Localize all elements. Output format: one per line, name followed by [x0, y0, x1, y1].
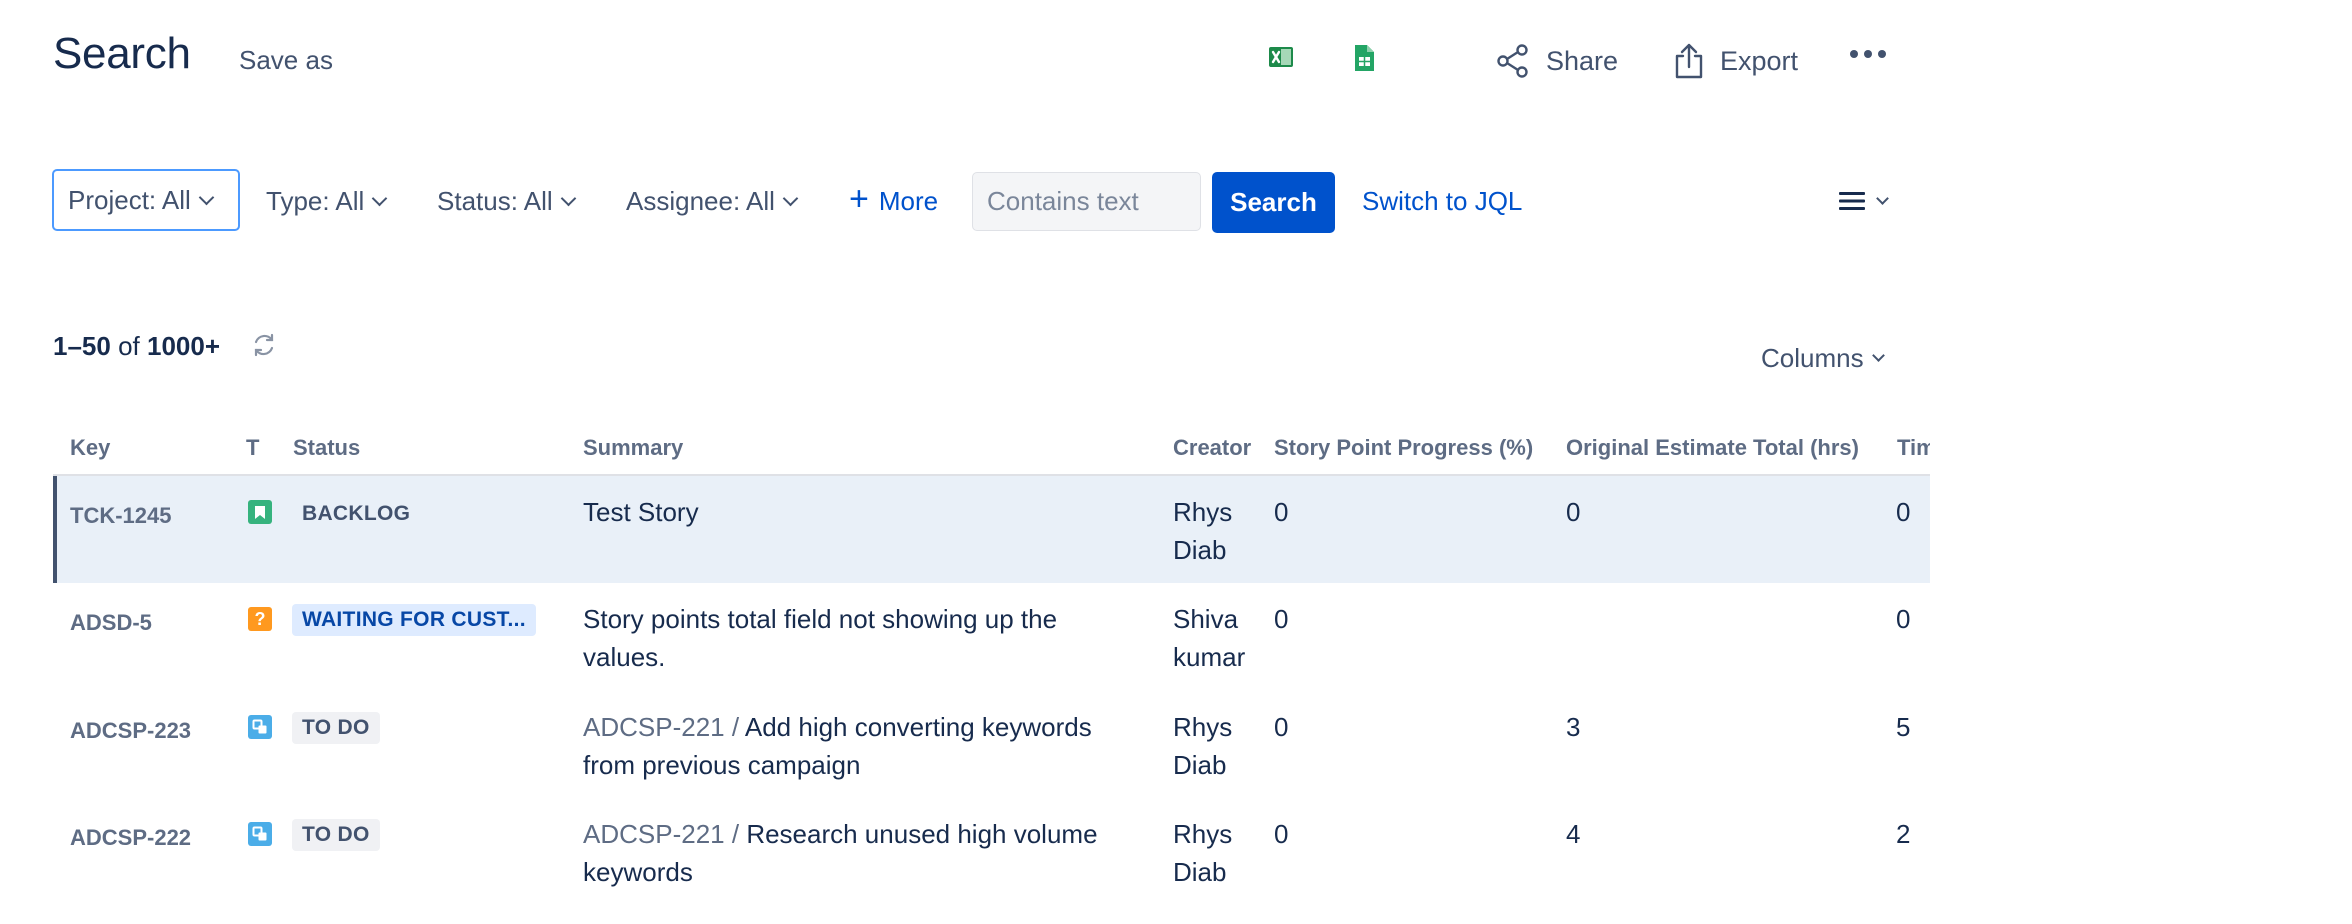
issue-summary[interactable]: Story points total field not showing up …: [583, 600, 1143, 676]
creator: Rhys Diab: [1173, 815, 1232, 891]
time-value: 2: [1896, 819, 1911, 849]
column-header-original-estimate[interactable]: Original Estimate Total (hrs): [1566, 432, 1859, 464]
time-value: 0: [1896, 497, 1911, 527]
creator-first: Rhys: [1173, 497, 1233, 527]
creator-last: kumar: [1173, 642, 1246, 672]
issue-key[interactable]: ADSD-5: [70, 607, 152, 639]
subtask-icon: [248, 822, 272, 846]
creator-first: Rhys: [1173, 712, 1233, 742]
status-badge: WAITING FOR CUST...: [292, 604, 536, 636]
issue-summary-text: Story points total field not showing up …: [583, 604, 1058, 672]
story-point-progress: 0: [1274, 819, 1289, 849]
issue-key[interactable]: ADCSP-223: [70, 715, 191, 747]
status-badge: TO DO: [292, 819, 380, 851]
creator-first: Rhys: [1173, 819, 1233, 849]
issue-summary[interactable]: Test Story: [583, 493, 1143, 531]
creator: Rhys Diab: [1173, 493, 1232, 569]
column-header-summary[interactable]: Summary: [583, 432, 683, 464]
original-estimate: 4: [1566, 819, 1581, 849]
story-icon: [248, 500, 272, 524]
creator-last: Diab: [1173, 857, 1227, 887]
time-value: 0: [1896, 604, 1911, 634]
original-estimate: 3: [1566, 712, 1581, 742]
creator-last: Diab: [1173, 535, 1227, 565]
parent-issue-link[interactable]: ADCSP-221 /: [583, 819, 739, 849]
column-header-story-point-progress[interactable]: Story Point Progress (%): [1274, 432, 1533, 464]
status-badge: BACKLOG: [302, 502, 411, 525]
column-header-key[interactable]: Key: [70, 432, 110, 464]
creator-first: Shiva: [1173, 604, 1239, 634]
column-header-time[interactable]: Tim: [1897, 432, 1930, 464]
creator: Shiva kumar: [1173, 600, 1245, 676]
column-header-status[interactable]: Status: [293, 432, 360, 464]
story-point-progress: 0: [1274, 497, 1289, 527]
issue-summary[interactable]: ADCSP-221 / Research unused high volume …: [583, 815, 1143, 891]
story-point-progress: 0: [1274, 712, 1289, 742]
status-badge: TO DO: [292, 712, 380, 744]
story-point-progress: 0: [1274, 604, 1289, 634]
time-value: 5: [1896, 712, 1911, 742]
issue-key[interactable]: ADCSP-222: [70, 822, 191, 854]
parent-issue-link[interactable]: ADCSP-221 /: [583, 712, 739, 742]
creator: Rhys Diab: [1173, 708, 1232, 784]
column-header-creator[interactable]: Creator: [1173, 432, 1251, 464]
question-icon: ?: [248, 607, 272, 631]
column-header-type[interactable]: T: [246, 432, 259, 464]
issue-summary-text: Test Story: [583, 497, 699, 527]
issue-summary[interactable]: ADCSP-221 / Add high converting keywords…: [583, 708, 1143, 784]
issue-key[interactable]: TCK-1245: [70, 500, 171, 532]
original-estimate: 0: [1566, 497, 1581, 527]
issues-table: Key T Status Summary Creator Story Point…: [0, 0, 1930, 924]
subtask-icon: [248, 715, 272, 739]
creator-last: Diab: [1173, 750, 1227, 780]
